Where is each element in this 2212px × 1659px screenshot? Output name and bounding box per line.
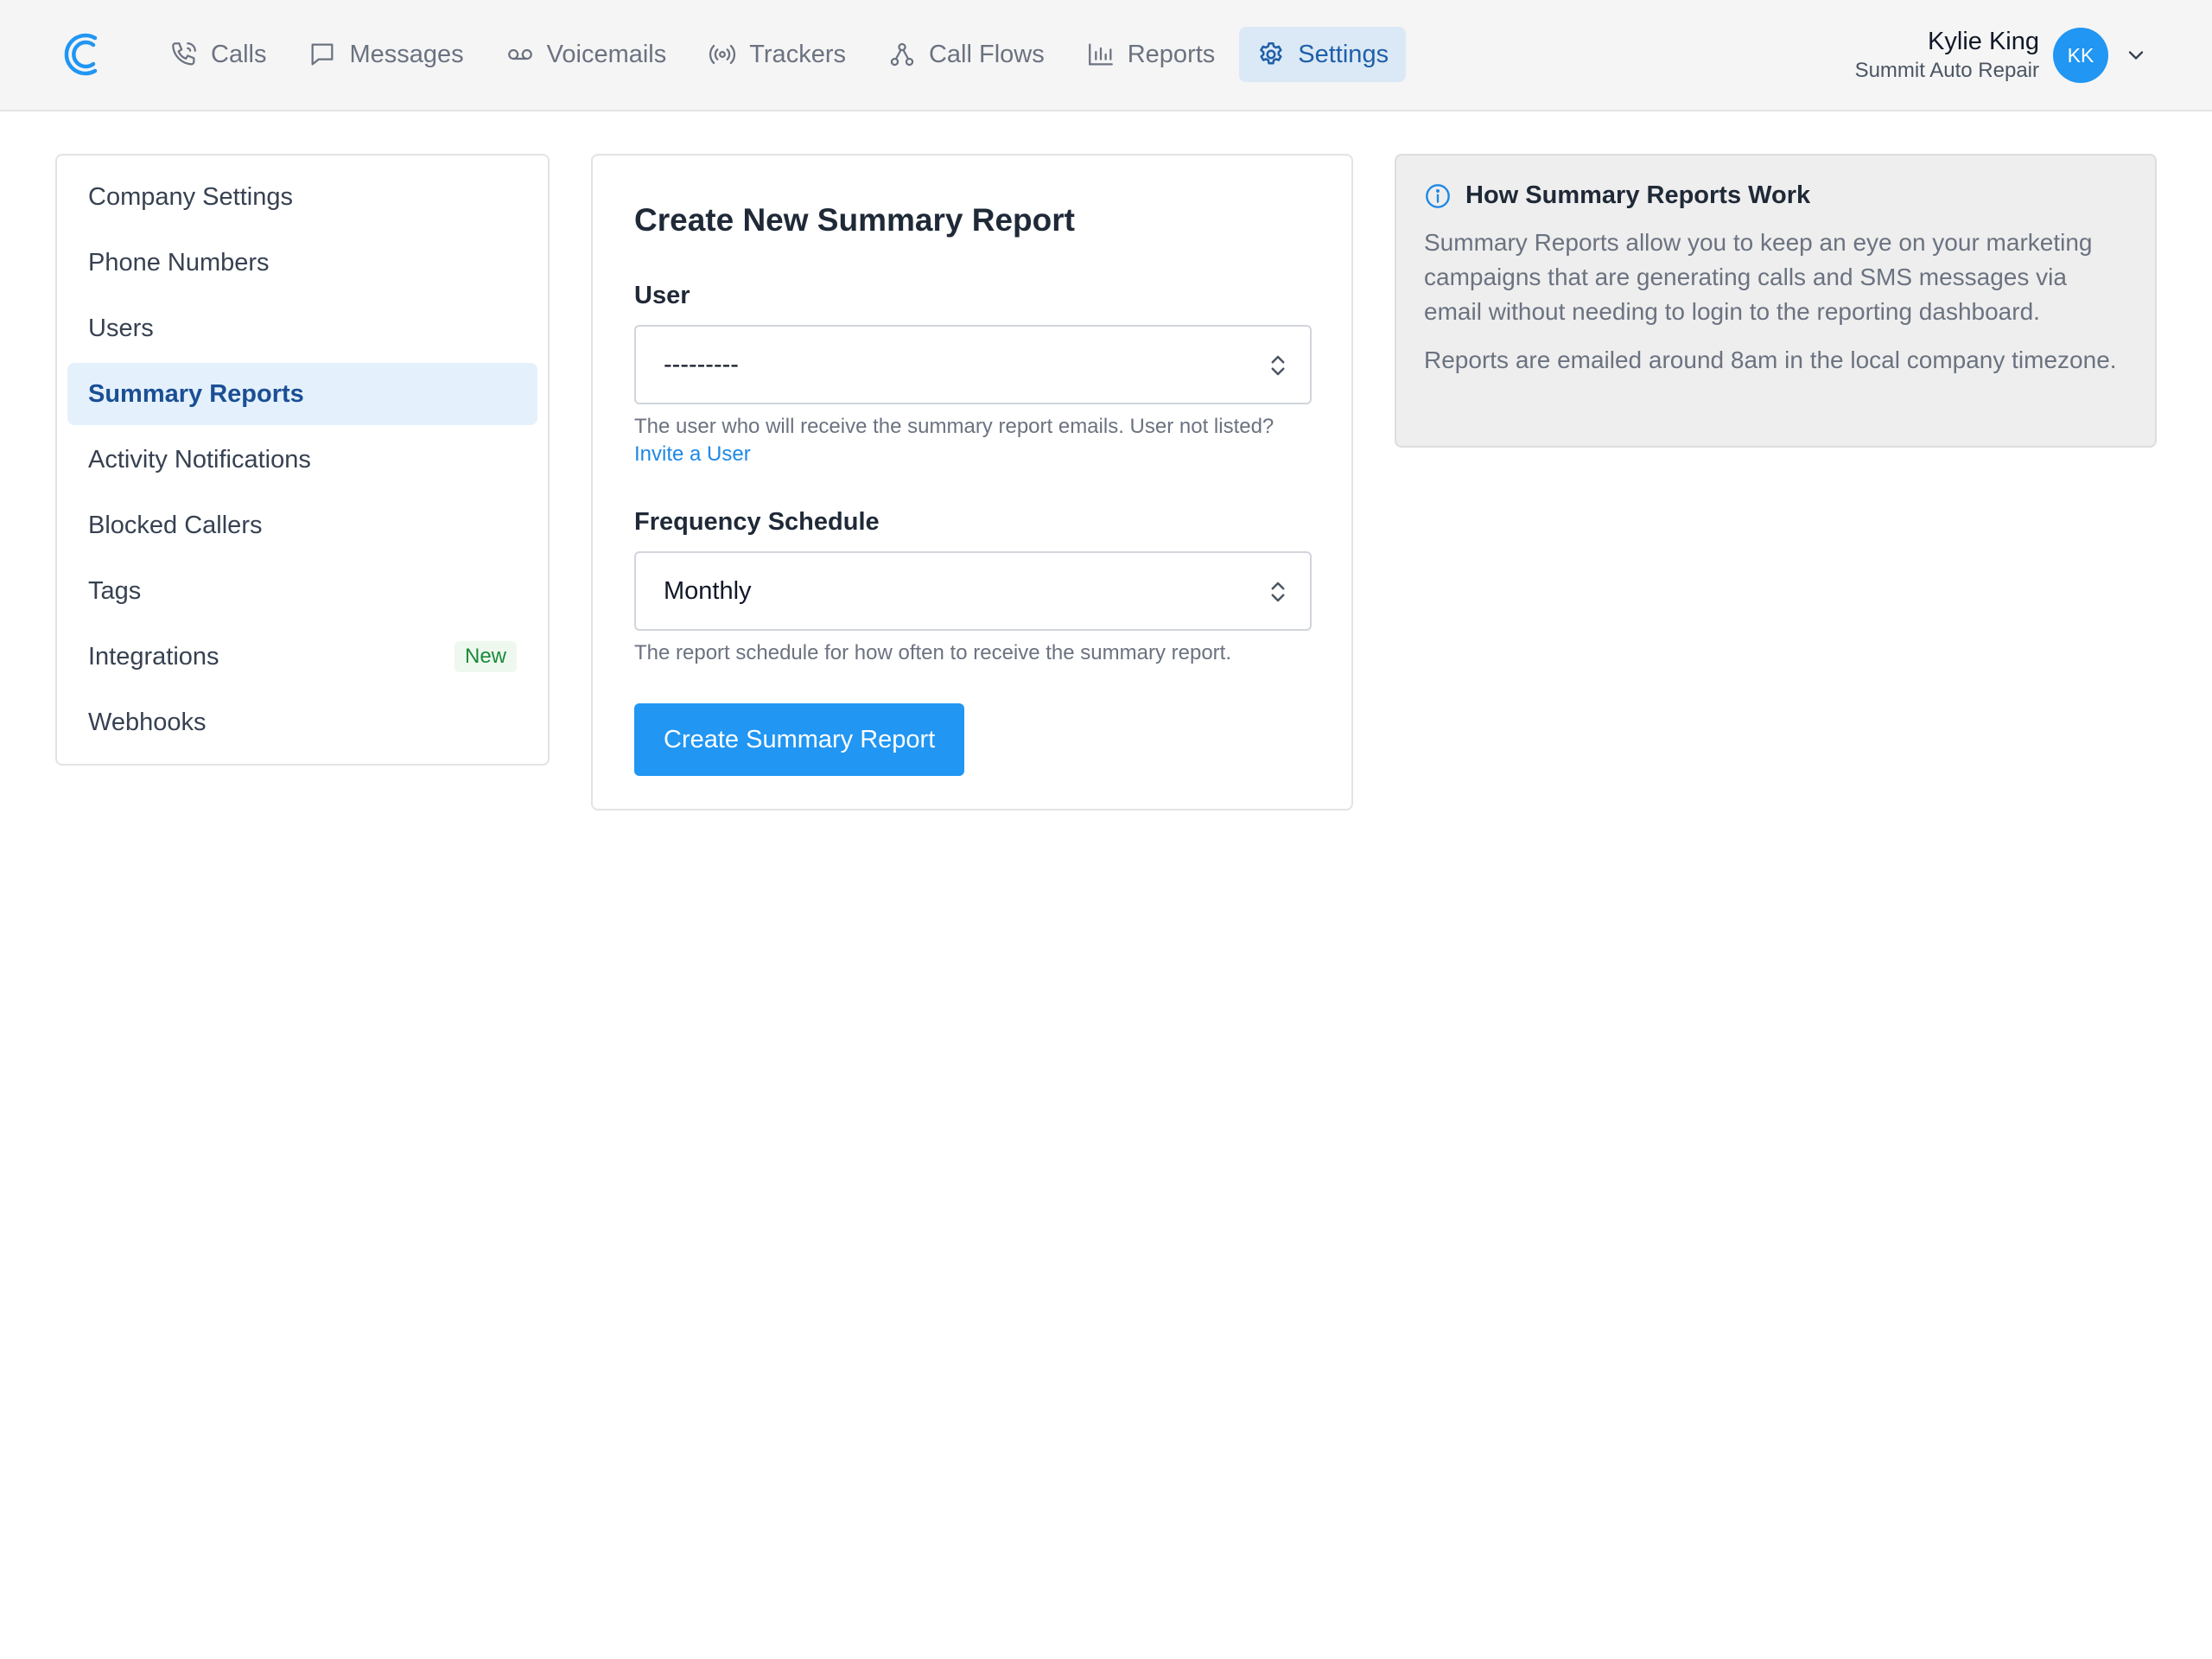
user-name: Kylie King xyxy=(1928,28,2039,55)
frequency-select[interactable]: Monthly xyxy=(634,551,1312,631)
user-menu[interactable]: Kylie King Summit Auto Repair xyxy=(1855,26,2039,85)
user-company: Summit Auto Repair xyxy=(1854,59,2039,82)
info-header: How Summary Reports Work xyxy=(1424,181,2127,210)
select-arrows-icon xyxy=(1271,355,1285,376)
create-summary-report-button[interactable]: Create Summary Report xyxy=(634,703,965,776)
info-icon xyxy=(1426,183,1450,208)
sidebar-item-label: Company Settings xyxy=(88,182,293,211)
sidebar-item-label: Tags xyxy=(88,576,142,605)
sidebar-item-label: Activity Notifications xyxy=(88,445,311,474)
nav-settings-label: Settings xyxy=(1298,40,1389,68)
phone-icon xyxy=(172,42,196,66)
top-navigation-bar: Calls Messages Voicemails Trackers Call … xyxy=(0,0,2212,111)
nav-calls[interactable]: Calls xyxy=(152,27,283,82)
sidebar-item-tags[interactable]: Tags xyxy=(67,560,537,622)
select-arrows-icon xyxy=(1271,582,1285,602)
sidebar-item-label: Webhooks xyxy=(88,708,207,736)
info-paragraph: Reports are emailed around 8am in the lo… xyxy=(1424,346,2117,373)
avatar[interactable]: KK xyxy=(2053,28,2108,83)
how-it-works-panel: How Summary Reports Work Summary Reports… xyxy=(1395,154,2157,448)
info-title: How Summary Reports Work xyxy=(1465,181,1811,209)
user-help-text: The user who will receive the summary re… xyxy=(634,413,1312,468)
voicemail-icon xyxy=(507,48,532,60)
nav-voicemails-label: Voicemails xyxy=(546,40,667,68)
main-nav: Calls Messages Voicemails Trackers Call … xyxy=(152,27,1413,82)
gear-icon xyxy=(1260,41,1282,65)
sidebar-item-activity-notifications[interactable]: Activity Notifications xyxy=(67,429,537,491)
nav-voicemails[interactable]: Voicemails xyxy=(488,27,684,82)
nav-call-flows-label: Call Flows xyxy=(928,40,1045,68)
frequency-help-text: The report schedule for how often to rec… xyxy=(634,641,1231,664)
nav-reports[interactable]: Reports xyxy=(1069,27,1233,82)
create-summary-report-form: Create New Summary Report User ---------… xyxy=(591,154,1353,810)
frequency-select-value: Monthly xyxy=(664,576,752,605)
app-logo-icon[interactable] xyxy=(60,31,104,78)
nav-settings[interactable]: Settings xyxy=(1239,27,1407,82)
sidebar-item-label: Blocked Callers xyxy=(88,511,263,539)
nav-reports-label: Reports xyxy=(1127,40,1216,68)
user-field-label: User xyxy=(634,282,690,309)
info-paragraph: Summary Reports allow you to keep an eye… xyxy=(1424,229,2093,325)
settings-sidebar: Company Settings Phone Numbers Users Sum… xyxy=(55,154,550,766)
flow-icon xyxy=(890,42,914,67)
nav-messages-label: Messages xyxy=(349,40,464,68)
nav-call-flows[interactable]: Call Flows xyxy=(870,27,1062,82)
user-help-description: The user who will receive the summary re… xyxy=(634,415,1274,438)
nav-calls-label: Calls xyxy=(211,40,267,68)
sidebar-item-company-settings[interactable]: Company Settings xyxy=(67,166,537,228)
new-badge: New xyxy=(454,641,517,672)
broadcast-icon xyxy=(709,44,736,65)
user-select-value: --------- xyxy=(664,350,739,378)
invite-user-link[interactable]: Invite a User xyxy=(634,442,751,466)
bar-chart-icon xyxy=(1088,43,1113,66)
sidebar-item-integrations[interactable]: Integrations New xyxy=(67,626,537,688)
sidebar-item-webhooks[interactable]: Webhooks xyxy=(67,691,537,753)
sidebar-item-label: Integrations xyxy=(88,642,219,671)
sidebar-item-label: Summary Reports xyxy=(88,379,304,408)
sidebar-item-blocked-callers[interactable]: Blocked Callers xyxy=(67,494,537,556)
nav-trackers-label: Trackers xyxy=(749,40,846,68)
sidebar-item-phone-numbers[interactable]: Phone Numbers xyxy=(67,232,537,294)
sidebar-item-label: Users xyxy=(88,314,154,342)
user-select[interactable]: --------- xyxy=(634,325,1312,404)
sidebar-item-users[interactable]: Users xyxy=(67,297,537,359)
chevron-down-icon[interactable] xyxy=(2124,43,2148,67)
message-icon xyxy=(312,43,334,66)
frequency-field-label: Frequency Schedule xyxy=(634,508,880,536)
nav-messages[interactable]: Messages xyxy=(290,27,480,82)
form-title: Create New Summary Report xyxy=(634,202,1075,238)
nav-trackers[interactable]: Trackers xyxy=(690,27,863,82)
sidebar-item-label: Phone Numbers xyxy=(88,248,270,276)
sidebar-item-summary-reports[interactable]: Summary Reports xyxy=(67,363,537,425)
